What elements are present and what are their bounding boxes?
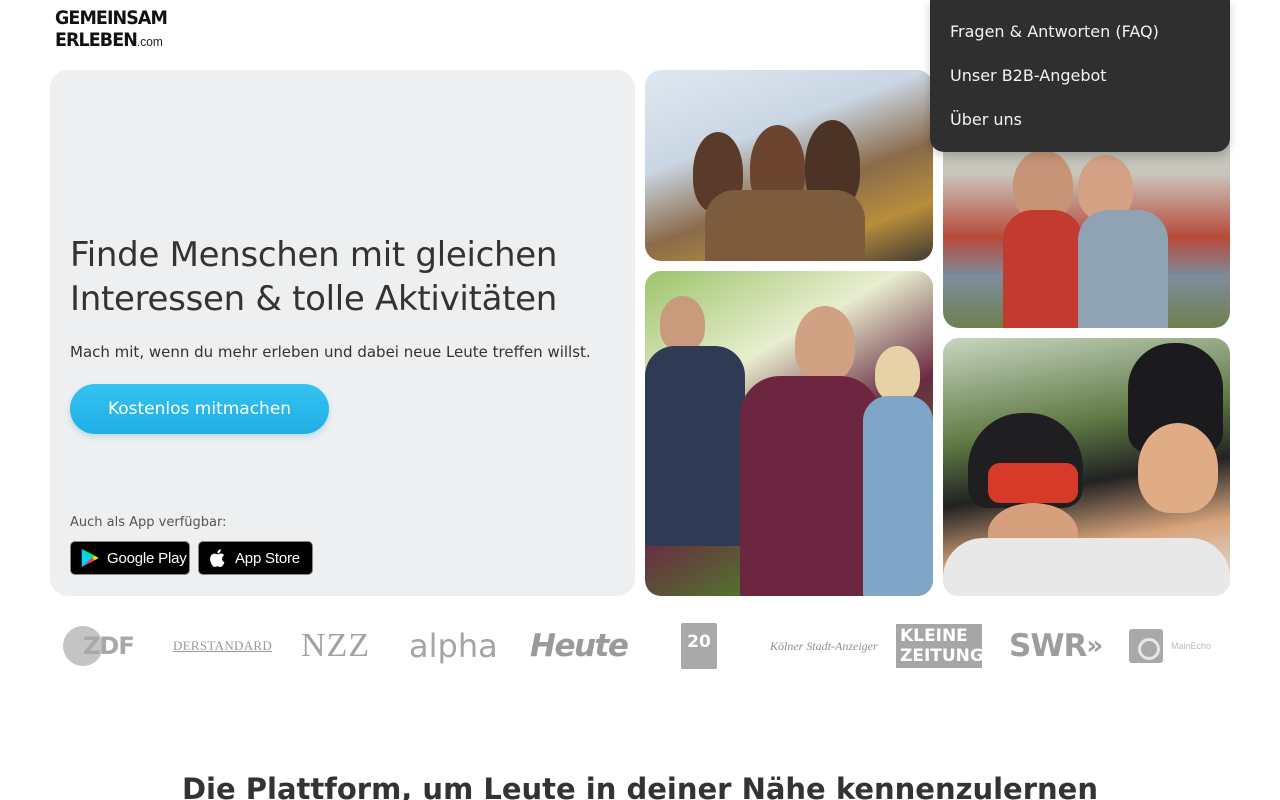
app-availability-label: Auch als App verfügbar:: [70, 515, 227, 530]
heute-logo: Heute: [530, 628, 629, 664]
alpha-logo: alpha: [409, 627, 498, 665]
hero-card: Finde Menschen mit gleichen Interessen &…: [50, 70, 635, 596]
mountain-bikers-selfie-photo: [943, 338, 1230, 596]
google-play-label: Google Play: [107, 549, 187, 567]
20-minuten-logo: 20: [681, 620, 717, 672]
site-logo[interactable]: GEMEINSAM ERLEBEN.com: [55, 7, 168, 51]
koelner-stadt-anzeiger-logo: Kölner Stadt-Anzeiger: [770, 638, 878, 653]
dropdown-menu: Fragen & Antworten (FAQ) Unser B2B-Angeb…: [930, 0, 1230, 152]
google-play-icon: [81, 548, 99, 568]
hero-subtitle: Mach mit, wenn du mehr erleben und dabei…: [70, 343, 591, 361]
friends-cheering-photo: [645, 70, 933, 261]
app-store-label: App Store: [235, 549, 300, 567]
menu-item-about[interactable]: Über uns: [930, 107, 1230, 151]
menu-item-b2b[interactable]: Unser B2B-Angebot: [930, 63, 1230, 107]
derstandard-logo: DERSTANDARD: [173, 638, 273, 653]
section-title: Die Plattform, um Leute in deiner Nähe k…: [181, 772, 1098, 800]
menu-item-faq[interactable]: Fragen & Antworten (FAQ): [930, 19, 1230, 63]
mainecho-logo: MainEcho: [1129, 620, 1211, 672]
logo-suffix: .com: [136, 34, 163, 49]
google-play-badge[interactable]: Google Play: [70, 541, 190, 575]
hero-title: Finde Menschen mit gleichen Interessen &…: [70, 235, 558, 319]
nzz-logo: NZZ: [301, 627, 371, 664]
hikers-in-forest-photo: [645, 271, 933, 596]
zdf-logo: ZDF: [63, 620, 135, 672]
swr-logo: SWR​»: [1009, 628, 1103, 664]
app-store-badge[interactable]: App Store: [198, 541, 313, 575]
logo-line-2: ERLEBEN.com: [55, 29, 163, 51]
logo-line-1: GEMEINSAM: [55, 7, 168, 29]
signup-button[interactable]: Kostenlos mitmachen: [70, 384, 329, 434]
apple-icon: [210, 549, 225, 567]
press-logos: ZDF DERSTANDARD NZZ alpha Heute 20 Kölne…: [55, 620, 1225, 672]
kleine-zeitung-logo: KLEINE ZEITUNG: [896, 620, 984, 672]
